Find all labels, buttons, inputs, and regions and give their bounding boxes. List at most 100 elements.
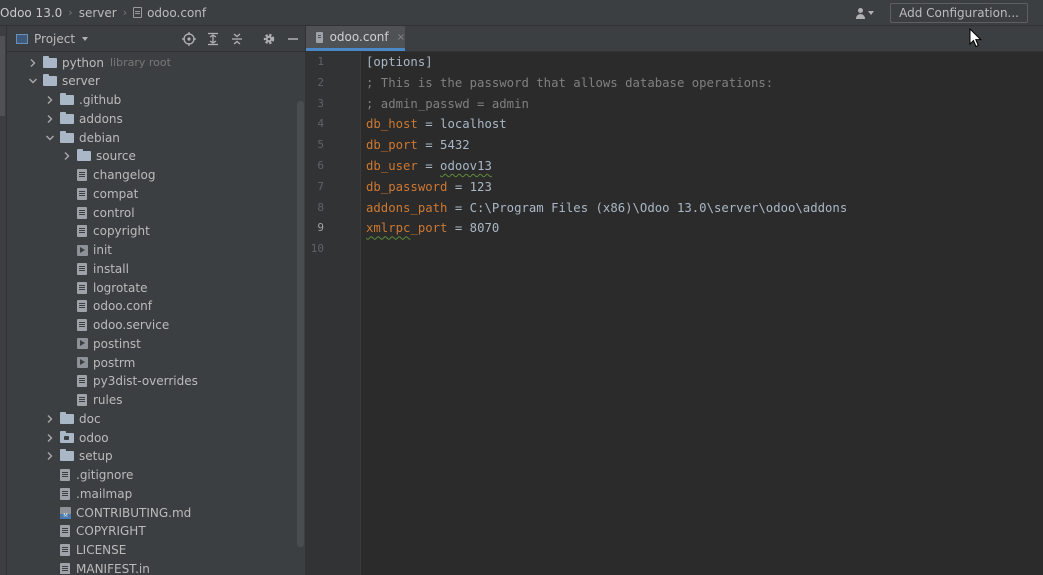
- tree-file[interactable]: COPYRIGHT: [7, 522, 305, 541]
- navbar-actions: Add Configuration...: [855, 0, 1043, 26]
- code-token-val: odoov13: [440, 159, 492, 173]
- tree-file[interactable]: odoo.conf: [7, 297, 305, 316]
- text-file-icon: [77, 187, 87, 200]
- tab-odoo-conf[interactable]: odoo.conf ×: [306, 26, 405, 51]
- tree-folder[interactable]: source: [7, 147, 305, 166]
- tree-file[interactable]: LICENSE: [7, 541, 305, 560]
- folder-icon: [77, 149, 91, 162]
- chevron-right-icon[interactable]: [44, 113, 56, 125]
- tree-item-label: odoo.service: [93, 318, 170, 332]
- tree-file[interactable]: .mailmap: [7, 484, 305, 503]
- code-token-key: xmlrpc: [366, 221, 411, 236]
- folder-icon: [43, 55, 57, 68]
- tree-file[interactable]: postrm: [7, 353, 305, 372]
- tree-folder[interactable]: doc: [7, 409, 305, 428]
- text-file-icon: [77, 281, 87, 294]
- project-tool-tab[interactable]: [0, 36, 5, 116]
- close-icon[interactable]: ×: [397, 32, 405, 43]
- tree-file[interactable]: changelog: [7, 166, 305, 185]
- locate-file-button[interactable]: [177, 27, 201, 51]
- code-line[interactable]: xmlrpc_port = 8070: [366, 218, 499, 239]
- tree-folder[interactable]: debian: [7, 128, 305, 147]
- tree-scrollbar[interactable]: [297, 101, 304, 547]
- code-token-val: 123: [469, 179, 492, 194]
- file-icon: [133, 7, 143, 18]
- hide-panel-button[interactable]: [281, 27, 305, 51]
- code-token-op: =: [417, 117, 441, 132]
- tree-folder[interactable]: python library root: [7, 53, 305, 72]
- tree-file[interactable]: install: [7, 259, 305, 278]
- tree-file[interactable]: py3dist-overrides: [7, 372, 305, 391]
- tree-folder[interactable]: odoo: [7, 428, 305, 447]
- text-file-icon: [77, 300, 87, 313]
- folder-icon: [60, 411, 74, 424]
- line-number: 7: [317, 179, 324, 193]
- chevron-right-icon[interactable]: [27, 57, 39, 69]
- chevron-right-icon[interactable]: [44, 413, 56, 425]
- tree-file[interactable]: compat: [7, 184, 305, 203]
- tree-item-label: install: [93, 261, 129, 276]
- text-file-icon: [77, 394, 87, 406]
- breadcrumb-file[interactable]: odoo.conf: [147, 6, 206, 20]
- folder-icon: [60, 111, 74, 124]
- tree-file[interactable]: logrotate: [7, 278, 305, 297]
- text-file-icon: [60, 562, 70, 574]
- tree-item-label: postrm: [93, 355, 136, 370]
- add-configuration-button[interactable]: Add Configuration...: [890, 3, 1028, 23]
- breadcrumb-project[interactable]: Odoo 13.0: [0, 6, 62, 20]
- chevron-down-icon[interactable]: [27, 75, 39, 87]
- tree-file[interactable]: MANIFEST.in: [7, 559, 305, 574]
- expand-all-button[interactable]: [201, 27, 225, 51]
- code-token-comment: ; This is the password that allows datab…: [366, 75, 774, 90]
- text-file-icon: [60, 525, 70, 538]
- code-line[interactable]: ; This is the password that allows datab…: [366, 73, 773, 94]
- code-line[interactable]: db_host = localhost: [366, 114, 507, 135]
- tree-item-label: .gitignore: [76, 468, 134, 482]
- project-tree: python library root server .github addons deb…: [7, 52, 305, 574]
- tree-file[interactable]: init: [7, 241, 305, 260]
- editor-tab-bar: odoo.conf ×: [306, 26, 1043, 52]
- chevron-right-icon[interactable]: [44, 450, 56, 462]
- code-line[interactable]: db_password = 123: [366, 177, 492, 198]
- line-number-gutter[interactable]: 1 2 3 4 5 6 7 8 9 10: [306, 52, 361, 575]
- code-token-key: addons_path: [366, 200, 448, 215]
- code-token-op: =: [417, 159, 441, 173]
- code-token-val: localhost: [440, 117, 507, 132]
- chevron-right-icon[interactable]: [44, 94, 56, 106]
- settings-button[interactable]: [257, 27, 281, 51]
- chevron-down-icon[interactable]: [44, 132, 56, 144]
- tree-file[interactable]: CONTRIBUTING.md: [7, 503, 305, 522]
- tree-file[interactable]: postinst: [7, 334, 305, 353]
- project-view-selector[interactable]: Project: [34, 32, 75, 46]
- tree-item-label: LICENSE: [76, 543, 127, 557]
- tree-file[interactable]: copyright: [7, 222, 305, 241]
- tree-folder[interactable]: .github: [7, 91, 305, 110]
- chevron-right-icon[interactable]: [61, 150, 73, 162]
- chevron-right-icon: ›: [68, 6, 73, 19]
- tree-folder[interactable]: setup: [7, 447, 305, 466]
- line-number: 2: [317, 75, 324, 89]
- collapse-all-button[interactable]: [225, 27, 249, 51]
- tree-folder[interactable]: server: [7, 72, 305, 91]
- tree-file[interactable]: control: [7, 203, 305, 222]
- code-line[interactable]: ; admin_passwd = admin: [366, 94, 529, 115]
- caret-down-icon[interactable]: [82, 36, 89, 41]
- tree-item-label: addons: [79, 111, 123, 126]
- code-token-op: =: [417, 138, 441, 153]
- code-line[interactable]: addons_path = C:\Program Files (x86)\Odo…: [366, 198, 847, 219]
- code-line[interactable]: db_user = odoov13: [366, 156, 492, 177]
- tree-item-label: CONTRIBUTING.md: [76, 505, 192, 520]
- code-editor[interactable]: [options] ; This is the password that all…: [361, 52, 1043, 575]
- tree-file[interactable]: odoo.service: [7, 316, 305, 335]
- tree-folder[interactable]: addons: [7, 109, 305, 128]
- user-menu-button[interactable]: [855, 7, 875, 19]
- code-line[interactable]: db_port = 5432: [366, 135, 470, 156]
- chevron-right-icon[interactable]: [44, 432, 56, 444]
- breadcrumb-server[interactable]: server: [79, 6, 117, 20]
- tree-file[interactable]: rules: [7, 391, 305, 410]
- code-line[interactable]: [options]: [366, 52, 433, 73]
- code-token-key: _port: [410, 221, 448, 236]
- tree-file[interactable]: .gitignore: [7, 466, 305, 485]
- tree-item-label: setup: [79, 449, 113, 464]
- code-token-key: db_port: [366, 138, 418, 153]
